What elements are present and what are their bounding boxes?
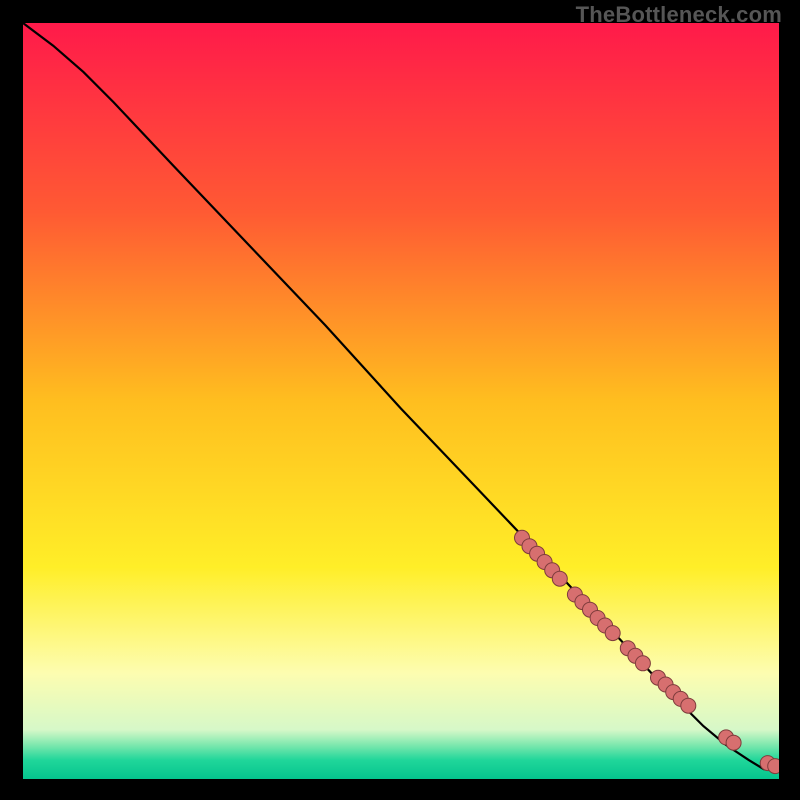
data-marker <box>605 626 620 641</box>
data-marker <box>681 698 696 713</box>
chart-svg <box>23 23 779 779</box>
plot-background <box>23 23 779 779</box>
data-marker <box>726 735 741 750</box>
data-marker <box>635 656 650 671</box>
data-marker <box>552 571 567 586</box>
data-marker <box>768 759 779 774</box>
chart-stage: TheBottleneck.com <box>0 0 800 800</box>
